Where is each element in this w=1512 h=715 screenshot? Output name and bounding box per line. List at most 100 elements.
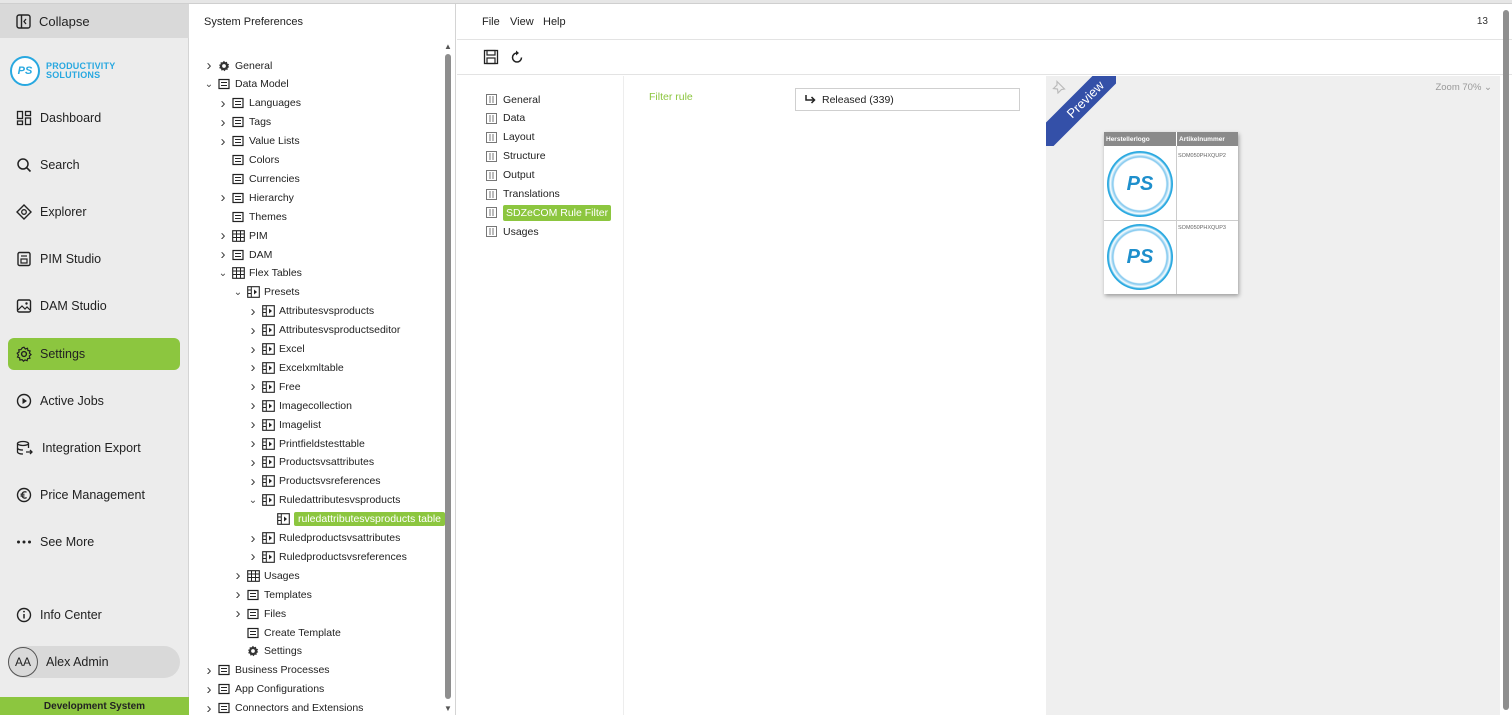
tree-item-productsvsattributes[interactable]: › Productsvsattributes (247, 453, 375, 472)
tree-item-data-model[interactable]: ⌄ Data Model (203, 75, 289, 94)
tree-item-currencies[interactable]: Currencies (217, 169, 300, 188)
subnav-item-output[interactable]: Output (486, 167, 535, 184)
subnav-item-structure[interactable]: Structure (486, 148, 546, 165)
tree-item-value-lists[interactable]: › Value Lists (217, 132, 300, 151)
subnav-item-usages[interactable]: Usages (486, 223, 539, 240)
scroll-down-arrow[interactable]: ▼ (444, 704, 452, 713)
chevron-right-icon[interactable]: › (247, 530, 259, 547)
menu-file[interactable]: File (482, 16, 500, 28)
nav-settings[interactable]: Settings (8, 338, 180, 370)
nav-price-management[interactable]: Price Management (8, 479, 180, 511)
chevron-right-icon[interactable]: › (247, 322, 259, 339)
tree-item-flex-tables[interactable]: ⌄ Flex Tables (217, 264, 302, 283)
tree-item-general[interactable]: › General (203, 56, 273, 75)
chevron-down-icon[interactable]: ⌄ (247, 495, 259, 506)
collapse-button[interactable]: Collapse (0, 4, 189, 38)
tree-item-presets[interactable]: ⌄ Presets (232, 283, 300, 302)
chevron-right-icon[interactable]: › (247, 548, 259, 565)
chevron-right-icon[interactable]: › (247, 454, 259, 471)
tree-item-printfieldstesttable[interactable]: › Printfieldstesttable (247, 434, 365, 453)
tree-scrollbar[interactable] (445, 54, 451, 699)
reload-icon[interactable] (509, 49, 525, 65)
brand-logo[interactable]: PS PRODUCTIVITY SOLUTIONS (10, 56, 115, 86)
nav-active-jobs[interactable]: Active Jobs (8, 385, 180, 417)
tree-title: System Preferences (204, 16, 304, 28)
chevron-right-icon[interactable]: › (217, 227, 229, 244)
chevron-right-icon[interactable]: › (217, 133, 229, 150)
chevron-right-icon[interactable]: › (203, 681, 215, 698)
chevron-right-icon[interactable]: › (247, 303, 259, 320)
chevron-right-icon[interactable]: › (247, 341, 259, 358)
tree-item-attributesvsproducts[interactable]: › Attributesvsproducts (247, 302, 375, 321)
tree-item-ruledproductsvsreferences[interactable]: › Ruledproductsvsreferences (247, 547, 407, 566)
chevron-down-icon[interactable]: ⌄ (217, 268, 229, 279)
chevron-right-icon[interactable]: › (203, 662, 215, 679)
tree-item-settings[interactable]: Settings (232, 642, 302, 661)
nav-dashboard[interactable]: Dashboard (8, 102, 180, 134)
tree-item-tags[interactable]: › Tags (217, 113, 272, 132)
pin-icon[interactable] (1052, 80, 1066, 94)
tree-item-ruledattributesvsproducts-table[interactable]: ruledattributesvsproducts table (262, 510, 445, 529)
chevron-right-icon[interactable]: › (217, 246, 229, 263)
subnav-item-general[interactable]: General (486, 91, 540, 108)
nav-integration-export[interactable]: Integration Export (8, 432, 180, 464)
zoom-select[interactable]: Zoom 70% ⌄ (1435, 82, 1492, 93)
tree-item-usages[interactable]: › Usages (232, 566, 300, 585)
tree-item-hierarchy[interactable]: › Hierarchy (217, 188, 294, 207)
filter-rule-field[interactable]: Released (339) (795, 88, 1020, 111)
nav-pim-studio[interactable]: PIM Studio (8, 243, 180, 275)
menu-help[interactable]: Help (543, 16, 566, 28)
chevron-down-icon[interactable]: ⌄ (203, 79, 215, 90)
tree-item-languages[interactable]: › Languages (217, 94, 301, 113)
chevron-right-icon[interactable]: › (203, 700, 215, 715)
tree-item-ruledproductsvsattributes[interactable]: › Ruledproductsvsattributes (247, 529, 401, 548)
scroll-up-arrow[interactable]: ▲ (444, 42, 452, 51)
save-icon[interactable] (483, 49, 499, 65)
chevron-right-icon[interactable]: › (232, 567, 244, 584)
tree-item-app-configurations[interactable]: › App Configurations (203, 680, 325, 699)
subnav-item-data[interactable]: Data (486, 110, 525, 127)
subnav-item-sdzecom-rule-filter[interactable]: SDZeCOM Rule Filter (486, 204, 612, 221)
nav-info-center[interactable]: Info Center (8, 599, 180, 631)
tree-item-ruledattributesvsproducts[interactable]: ⌄ Ruledattributesvsproducts (247, 491, 401, 510)
chevron-right-icon[interactable]: › (217, 95, 229, 112)
tree-item-files[interactable]: › Files (232, 604, 287, 623)
tree-item-colors[interactable]: Colors (217, 151, 279, 170)
chevron-right-icon[interactable]: › (217, 189, 229, 206)
subnav-item-translations[interactable]: Translations (486, 186, 560, 203)
tree-item-excelxmltable[interactable]: › Excelxmltable (247, 358, 344, 377)
user-menu[interactable]: AA Alex Admin (8, 646, 180, 678)
chevron-right-icon[interactable]: › (217, 114, 229, 131)
tree-item-imagelist[interactable]: › Imagelist (247, 415, 322, 434)
chevron-right-icon[interactable]: › (232, 605, 244, 622)
nav-explorer[interactable]: Explorer (8, 196, 180, 228)
tree-item-excel[interactable]: › Excel (247, 340, 305, 359)
tree-item-dam[interactable]: › DAM (217, 245, 273, 264)
chevron-right-icon[interactable]: › (247, 435, 259, 452)
tree-item-create-template[interactable]: Create Template (232, 623, 341, 642)
tree-item-imagecollection[interactable]: › Imagecollection (247, 396, 352, 415)
chevron-right-icon[interactable]: › (203, 57, 215, 74)
chevron-down-icon[interactable]: ⌄ (232, 287, 244, 298)
chevron-right-icon[interactable]: › (247, 416, 259, 433)
tree-item-productsvsreferences[interactable]: › Productsvsreferences (247, 472, 381, 491)
chevron-right-icon[interactable]: › (247, 359, 259, 376)
nav-search[interactable]: Search (8, 149, 180, 181)
tree-item-free[interactable]: › Free (247, 377, 301, 396)
menu-view[interactable]: View (510, 16, 534, 28)
tree-item-templates[interactable]: › Templates (232, 585, 312, 604)
tree-item-connectors-and-extensions[interactable]: › Connectors and Extensions (203, 699, 364, 715)
preset-icon (261, 531, 275, 545)
subnav-item-layout[interactable]: Layout (486, 129, 535, 146)
tree-item-pim[interactable]: › PIM (217, 226, 268, 245)
chevron-right-icon[interactable]: › (247, 473, 259, 490)
tree-item-themes[interactable]: Themes (217, 207, 287, 226)
chevron-right-icon[interactable]: › (247, 397, 259, 414)
main-scrollbar[interactable] (1503, 10, 1509, 710)
tree-item-attributesvsproductseditor[interactable]: › Attributesvsproductseditor (247, 321, 401, 340)
chevron-right-icon[interactable]: › (232, 586, 244, 603)
tree-item-business-processes[interactable]: › Business Processes (203, 661, 330, 680)
chevron-right-icon[interactable]: › (247, 378, 259, 395)
nav-dam-studio[interactable]: DAM Studio (8, 290, 180, 322)
nav-see-more[interactable]: See More (8, 526, 180, 558)
